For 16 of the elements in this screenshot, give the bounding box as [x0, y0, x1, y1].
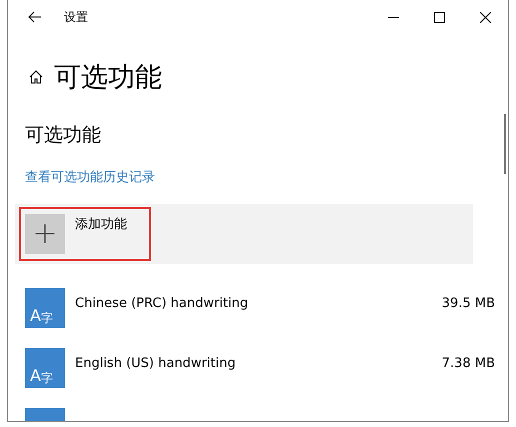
home-icon[interactable]: [28, 69, 44, 85]
feature-name[interactable]: English (US) handwriting: [75, 356, 442, 388]
back-arrow-icon[interactable]: [28, 11, 42, 23]
add-feature-label: 添加功能: [75, 216, 127, 234]
page-title: 可选功能: [54, 61, 162, 95]
feature-name[interactable]: Chinese (PRC) handwriting: [75, 296, 442, 328]
window-title: 设置: [64, 8, 88, 26]
scrollbar[interactable]: [504, 114, 506, 174]
add-feature-button[interactable]: + 添加功能: [15, 204, 473, 264]
feature-size: 39.5 MB: [442, 296, 495, 313]
feature-size: 7.38 MB: [442, 356, 495, 373]
maximize-icon: [434, 12, 444, 22]
section-heading: 可选功能: [25, 123, 101, 148]
plus-icon: +: [25, 214, 65, 254]
close-icon: [480, 12, 490, 22]
history-link[interactable]: 查看可选功能历史记录: [25, 168, 155, 186]
